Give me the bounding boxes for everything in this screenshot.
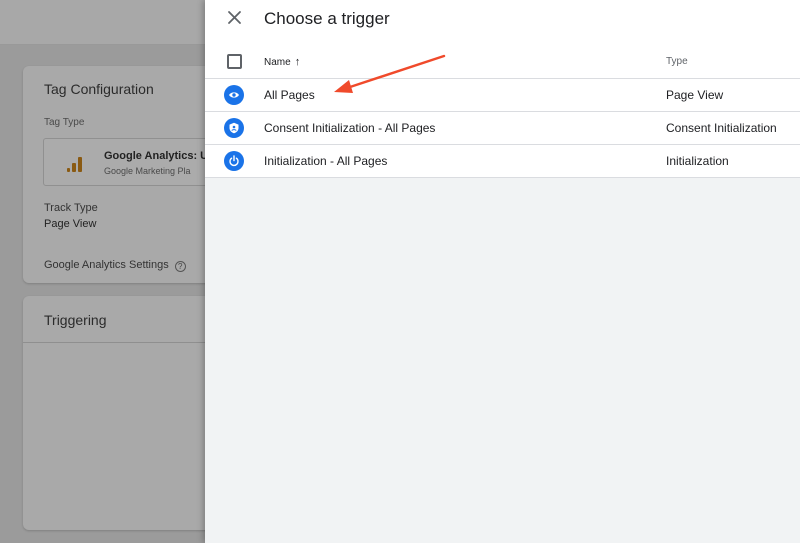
trigger-name: All Pages: [264, 88, 315, 102]
name-column-header[interactable]: Name ↑: [264, 56, 300, 68]
triggering-card[interactable]: Triggering: [23, 296, 223, 530]
power-icon: [224, 151, 244, 171]
trigger-type: Consent Initialization: [666, 121, 777, 135]
google-analytics-logo-icon: [67, 156, 85, 172]
tag-configuration-title: Tag Configuration: [44, 81, 154, 97]
trigger-row-all-pages[interactable]: All Pages Page View: [205, 79, 800, 112]
tag-type-label: Tag Type: [44, 117, 85, 128]
trigger-type: Page View: [666, 88, 724, 102]
trigger-row-initialization[interactable]: Initialization - All Pages Initializatio…: [205, 145, 800, 178]
trigger-row-consent-initialization[interactable]: Consent Initialization - All Pages Conse…: [205, 112, 800, 145]
trigger-type: Initialization: [666, 154, 729, 168]
tag-configuration-card: Tag Configuration Tag Type Google Analyt…: [23, 66, 223, 283]
sort-ascending-icon: ↑: [294, 56, 301, 68]
track-type-label: Track Type: [44, 202, 98, 214]
tag-type-selector[interactable]: Google Analytics: U Google Marketing Pla: [43, 138, 223, 186]
close-button[interactable]: [225, 8, 245, 28]
ga-settings-label: Google Analytics Settings: [44, 259, 169, 271]
triggering-title: Triggering: [44, 312, 107, 328]
type-column-header: Type: [666, 56, 688, 67]
close-icon: [228, 11, 241, 24]
panel-title: Choose a trigger: [264, 9, 390, 28]
trigger-name: Initialization - All Pages: [264, 154, 388, 168]
choose-trigger-panel: Choose a trigger Name ↑ Type All Pages Pa…: [205, 0, 800, 543]
panel-header: Choose a trigger: [205, 0, 800, 45]
name-column-label: Name: [264, 57, 291, 68]
shield-icon: [224, 118, 244, 138]
track-type-value: Page View: [44, 218, 97, 230]
table-header: Name ↑ Type: [205, 45, 800, 79]
select-all-checkbox[interactable]: [227, 54, 242, 69]
trigger-name: Consent Initialization - All Pages: [264, 121, 436, 135]
help-icon[interactable]: ?: [174, 261, 186, 272]
eye-icon: [224, 85, 244, 105]
ga-settings-row[interactable]: Google Analytics Settings?: [44, 259, 186, 272]
triggering-divider: [23, 342, 223, 343]
